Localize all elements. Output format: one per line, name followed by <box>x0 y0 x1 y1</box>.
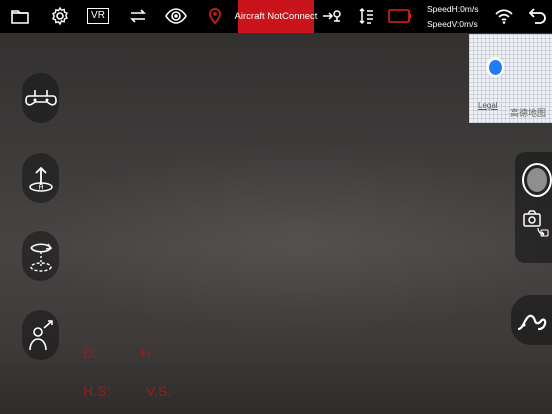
takeoff-icon: H <box>28 166 53 192</box>
map-provider-label: 高德地图 <box>510 108 547 118</box>
camera-switch-icon[interactable] <box>522 208 550 245</box>
connection-status: Aircraft NotConnect <box>235 0 317 33</box>
gamepad-icon <box>24 90 57 106</box>
map-legal-link[interactable]: Legal <box>478 101 498 110</box>
back-icon[interactable] <box>526 5 550 27</box>
distance-label: D: <box>83 345 97 361</box>
vertical-speed-label: V.S: <box>146 383 172 399</box>
height-label: H: <box>141 345 155 361</box>
folder-icon[interactable] <box>8 5 32 27</box>
orbit-icon <box>29 243 52 272</box>
switch-camera-icon[interactable] <box>126 5 150 27</box>
remote-controller-button[interactable] <box>22 73 59 123</box>
battery-icon <box>387 5 413 27</box>
follow-me-button[interactable] <box>22 310 59 360</box>
return-home-icon[interactable] <box>320 5 344 27</box>
vr-icon[interactable]: VR <box>86 5 110 27</box>
horizontal-speed-label: H.S: <box>83 383 111 399</box>
vr-label: VR <box>87 8 109 24</box>
speed-vertical: SpeedV:0m/s <box>427 19 478 29</box>
current-location-marker <box>486 57 504 77</box>
circle-mode-button[interactable] <box>22 231 59 281</box>
shutter-button[interactable] <box>522 163 552 197</box>
top-toolbar: VR Aircraft NotConnect SpeedH:0m/s Speed… <box>0 0 552 34</box>
follow-icon <box>28 320 53 351</box>
route-icon <box>517 314 546 331</box>
wifi-icon <box>492 5 516 27</box>
eye-icon[interactable] <box>164 5 188 27</box>
location-icon[interactable] <box>203 5 227 27</box>
takeoff-button[interactable]: H <box>22 153 59 203</box>
svg-text:H: H <box>38 185 43 192</box>
settings-icon[interactable] <box>48 5 72 27</box>
route-button[interactable] <box>511 295 552 345</box>
height-limit-icon[interactable] <box>354 5 378 27</box>
speed-horizontal: SpeedH:0m/s <box>427 4 479 14</box>
